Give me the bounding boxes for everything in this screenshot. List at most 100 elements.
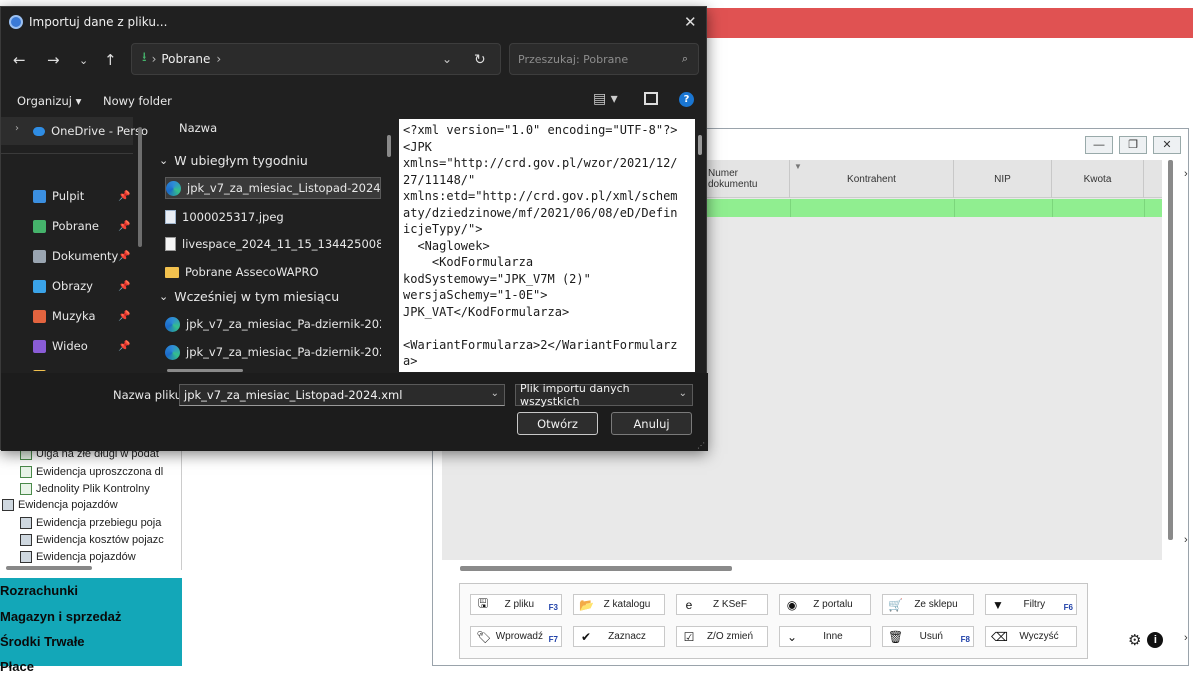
- expand-chevron-icon[interactable]: ›: [15, 123, 19, 134]
- recent-dropdown-icon[interactable]: ⌄: [79, 54, 88, 67]
- open-button[interactable]: Otwórz: [517, 412, 598, 435]
- column-header-kontrahent[interactable]: ▼ Kontrahent: [790, 160, 954, 198]
- file-list-hscrollbar[interactable]: [167, 369, 243, 372]
- toolbar-button-z-katalogu[interactable]: 📂 Z katalogu: [573, 594, 665, 615]
- search-input[interactable]: Przeszukaj: Pobrane ⌕: [509, 43, 699, 75]
- file-item[interactable]: Pobrane AssecoWAPRO: [165, 261, 381, 283]
- file-item[interactable]: 1000025317.jpeg: [165, 206, 381, 228]
- address-dropdown-icon[interactable]: ⌄: [442, 52, 452, 66]
- maximize-button[interactable]: ❐: [1119, 136, 1147, 154]
- preview-scrollbar[interactable]: [698, 135, 702, 155]
- tree-scrollbar[interactable]: [6, 566, 92, 570]
- collapse-chevron-icon[interactable]: ⌄: [159, 290, 168, 303]
- search-placeholder: Przeszukaj: Pobrane: [518, 52, 629, 66]
- nav-item-dokumenty[interactable]: Dokumenty 📌: [33, 246, 148, 266]
- tree-item[interactable]: Ewidencja kosztów pojazc: [20, 532, 164, 548]
- filename-value: jpk_v7_za_miesiac_Listopad-2024.xml: [184, 388, 403, 402]
- nav-item-label: Pulpit: [52, 189, 85, 203]
- vertical-scrollbar[interactable]: [1168, 160, 1173, 540]
- address-bar[interactable]: ⭳ › Pobrane › ⌄: [131, 43, 501, 75]
- pin-icon[interactable]: 📌: [118, 281, 130, 292]
- doc-icon: [20, 466, 32, 478]
- file-group-header[interactable]: ⌄ W ubiegłym tygodniu: [159, 153, 308, 168]
- navigation-tree: Ulga na złe długi w podat Ewidencja upros…: [0, 440, 182, 570]
- toolbar-button-wyczy-[interactable]: ⌫ Wyczyść: [985, 626, 1077, 647]
- module-rozrachunki[interactable]: Rozrachunki: [0, 583, 78, 598]
- pin-icon[interactable]: 📌: [118, 191, 130, 202]
- close-icon[interactable]: ✕: [684, 13, 697, 31]
- doc-icon: [20, 483, 32, 495]
- help-icon[interactable]: ?: [679, 92, 694, 107]
- car-icon: [2, 499, 14, 511]
- module-magazyn[interactable]: Magazyn i sprzedaż: [0, 609, 121, 624]
- file-item[interactable]: jpk_v7_za_miesiac_Pa-dziernik-2024.xm: [165, 341, 381, 363]
- tree-item[interactable]: Ewidencja uproszczona dl: [20, 464, 163, 480]
- toolbar-button-zaznacz[interactable]: ✔ Zaznacz: [573, 626, 665, 647]
- nav-item-pobrane[interactable]: Pobrane 📌: [33, 216, 148, 236]
- tree-item[interactable]: Ewidencja pojazdów: [2, 497, 118, 513]
- module-place[interactable]: Płace: [0, 659, 34, 674]
- nav-item-obrazy[interactable]: Obrazy 📌: [33, 276, 148, 296]
- chevron-down-icon[interactable]: ⌄: [491, 388, 499, 399]
- cancel-button[interactable]: Anuluj: [611, 412, 692, 435]
- toolbar-button-z-pliku[interactable]: 🖫 Z pliku F3: [470, 594, 562, 615]
- nav-scrollbar[interactable]: [138, 127, 142, 247]
- nav-item-onedrive[interactable]: OneDrive - Perso: [33, 121, 148, 141]
- toolbar-button-inne[interactable]: ⌄ Inne: [779, 626, 871, 647]
- organize-button[interactable]: Organizuj ▾: [17, 94, 81, 108]
- tree-item[interactable]: Ewidencja pojazdów: [20, 549, 136, 565]
- toolbar-button-wprowad-[interactable]: 🏷 Wprowadź F7: [470, 626, 562, 647]
- up-arrow-icon[interactable]: ↑: [104, 51, 117, 69]
- module-srodki-trwale[interactable]: Środki Trwałe: [0, 634, 85, 649]
- horizontal-scrollbar[interactable]: [460, 566, 732, 571]
- file-item[interactable]: jpk_v7_za_miesiac_Pa-dziernik-2024 (1): [165, 313, 381, 335]
- toolbar-button-label: Z portalu: [813, 599, 853, 610]
- info-icon[interactable]: i: [1147, 632, 1164, 648]
- chevron-down-icon[interactable]: ⌄: [679, 388, 687, 399]
- breadcrumb[interactable]: Pobrane: [161, 52, 210, 66]
- tree-item[interactable]: Ewidencja przebiegu poja: [20, 515, 161, 531]
- close-button[interactable]: ✕: [1153, 136, 1181, 154]
- pin-icon[interactable]: 📌: [118, 311, 130, 322]
- settings-icon[interactable]: ⚙: [1128, 631, 1141, 649]
- nav-item-label: Wideo: [52, 339, 88, 353]
- tree-item[interactable]: Jednolity Plik Kontrolny: [20, 481, 150, 497]
- resize-grip-icon[interactable]: ⋰: [697, 441, 705, 450]
- nav-item-label: Obrazy: [52, 279, 93, 293]
- nav-item-nowy-folder[interactable]: Nowy folder: [33, 366, 148, 371]
- music-icon: [33, 309, 46, 323]
- arrow-right-icon: ›: [1184, 632, 1188, 644]
- pictures-icon: [33, 279, 46, 293]
- refresh-icon[interactable]: ↻: [474, 52, 486, 68]
- pin-icon[interactable]: 📌: [118, 251, 130, 262]
- file-group-header[interactable]: ⌄ Wcześniej w tym miesiącu: [159, 289, 339, 304]
- nav-item-wideo[interactable]: Wideo 📌: [33, 336, 148, 356]
- filename-field[interactable]: jpk_v7_za_miesiac_Listopad-2024.xml ⌄: [179, 384, 505, 406]
- file-item[interactable]: livespace_2024_11_15_1344250080377€: [165, 233, 381, 255]
- forward-arrow-icon[interactable]: →: [47, 51, 60, 69]
- file-list-scrollbar[interactable]: [387, 135, 391, 157]
- column-header-name[interactable]: Nazwa: [179, 121, 217, 135]
- toolbar-button-filtry[interactable]: ▼ Filtry F6: [985, 594, 1077, 615]
- preview-pane-icon[interactable]: [644, 92, 658, 105]
- nav-item-muzyka[interactable]: Muzyka 📌: [33, 306, 148, 326]
- toolbar-button-ze-sklepu[interactable]: 🛒 Ze sklepu: [882, 594, 974, 615]
- minimize-button[interactable]: —: [1085, 136, 1113, 154]
- new-folder-button[interactable]: Nowy folder: [103, 94, 172, 108]
- toolbar-button-usu-[interactable]: 🗑 Usuń F8: [882, 626, 974, 647]
- column-header-nip[interactable]: NIP: [954, 160, 1052, 198]
- toolbar-button-z-o-zmie-[interactable]: ☑ Z/O zmień: [676, 626, 768, 647]
- documents-icon: [33, 249, 46, 263]
- filetype-select[interactable]: Plik importu danych wszystkich ⌄: [515, 382, 693, 408]
- collapse-chevron-icon[interactable]: ⌄: [159, 154, 168, 167]
- toolbar-button-z-ksef[interactable]: e Z KSeF: [676, 594, 768, 615]
- column-header-kontrahent-label: Kontrahent: [847, 173, 896, 185]
- pin-icon[interactable]: 📌: [118, 341, 130, 352]
- pin-icon[interactable]: 📌: [118, 221, 130, 232]
- column-header-kwota[interactable]: Kwota: [1052, 160, 1144, 198]
- file-item[interactable]: jpk_v7_za_miesiac_Listopad-2024.xml: [165, 177, 381, 199]
- back-arrow-icon[interactable]: ←: [13, 51, 26, 69]
- toolbar-button-z-portalu[interactable]: ◉ Z portalu: [779, 594, 871, 615]
- view-options-icon[interactable]: ▤ ▾: [593, 91, 618, 107]
- nav-item-pulpit[interactable]: Pulpit 📌: [33, 186, 148, 206]
